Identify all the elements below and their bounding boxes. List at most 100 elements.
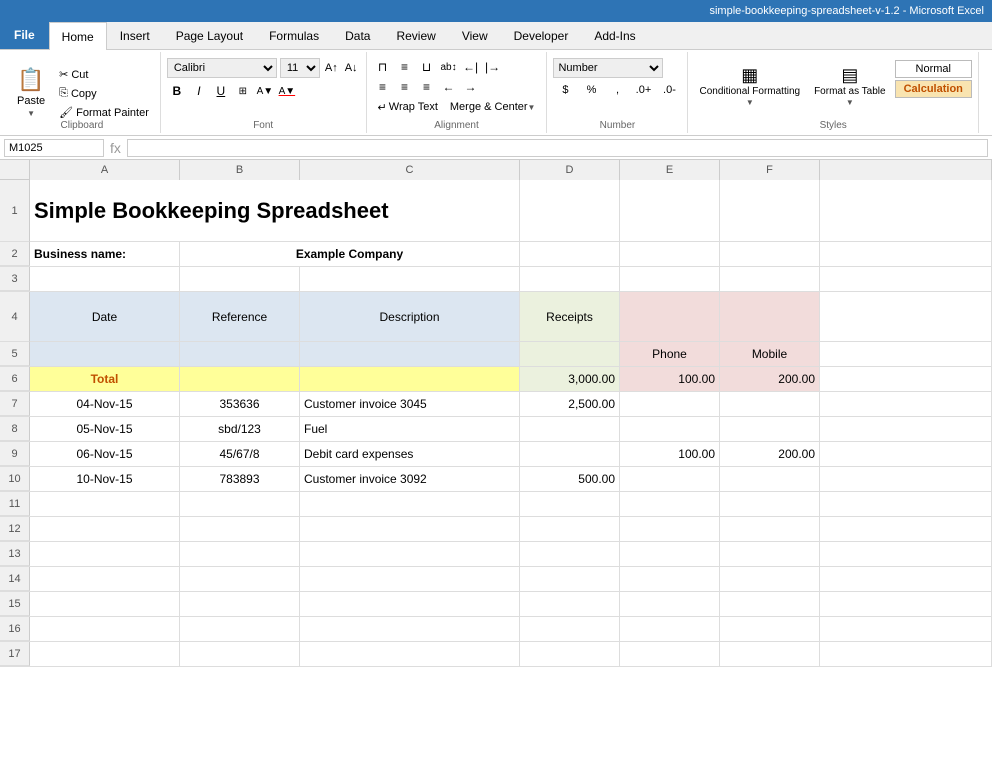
cell-12c[interactable] — [300, 517, 520, 541]
cell-3e[interactable] — [620, 267, 720, 291]
cell-1d[interactable] — [520, 180, 620, 241]
cell-13f[interactable] — [720, 542, 820, 566]
business-name-value[interactable]: Example Company — [180, 242, 520, 266]
formula-input[interactable] — [127, 139, 988, 157]
indent-button[interactable]: → — [461, 78, 481, 96]
cell-11d[interactable] — [520, 492, 620, 516]
cell-6c[interactable] — [300, 367, 520, 391]
tab-add-ins[interactable]: Add-Ins — [581, 21, 648, 49]
cell-9f[interactable]: 200.00 — [720, 442, 820, 466]
cell-14e[interactable] — [620, 567, 720, 591]
border-button[interactable]: ⊞ — [233, 81, 253, 101]
bold-button[interactable]: B — [167, 81, 187, 101]
cell-10c[interactable]: Customer invoice 3092 — [300, 467, 520, 491]
cell-2d[interactable] — [520, 242, 620, 266]
text-direction-button[interactable]: ab↕ — [439, 58, 459, 76]
cell-17e[interactable] — [620, 642, 720, 666]
total-mobile[interactable]: 200.00 — [720, 367, 820, 391]
cell-13d[interactable] — [520, 542, 620, 566]
cell-10e[interactable] — [620, 467, 720, 491]
header-receipts[interactable]: Receipts — [520, 292, 620, 341]
cell-3b[interactable] — [180, 267, 300, 291]
percent-button[interactable]: % — [579, 81, 603, 99]
cell-7b[interactable]: 353636 — [180, 392, 300, 416]
cell-16c[interactable] — [300, 617, 520, 641]
cell-11f[interactable] — [720, 492, 820, 516]
tab-view[interactable]: View — [449, 21, 501, 49]
comma-button[interactable]: , — [605, 81, 629, 99]
cell-11b[interactable] — [180, 492, 300, 516]
tab-file[interactable]: File — [0, 21, 49, 49]
cell-5a[interactable] — [30, 342, 180, 366]
indent-increase-button[interactable]: |→ — [483, 58, 503, 76]
cell-9e[interactable]: 100.00 — [620, 442, 720, 466]
tab-developer[interactable]: Developer — [501, 21, 582, 49]
cell-14f[interactable] — [720, 567, 820, 591]
cell-15f[interactable] — [720, 592, 820, 616]
col-header-f[interactable]: F — [720, 160, 820, 180]
italic-button[interactable]: I — [189, 81, 209, 101]
cell-4f-blank[interactable] — [720, 292, 820, 341]
cell-16f[interactable] — [720, 617, 820, 641]
outdent-button[interactable]: ← — [439, 78, 459, 96]
cell-12b[interactable] — [180, 517, 300, 541]
cell-13b[interactable] — [180, 542, 300, 566]
cell-12a[interactable] — [30, 517, 180, 541]
header-description[interactable]: Description — [300, 292, 520, 341]
cell-17a[interactable] — [30, 642, 180, 666]
cell-11a[interactable] — [30, 492, 180, 516]
tab-data[interactable]: Data — [332, 21, 383, 49]
align-left-button[interactable]: ≡ — [373, 78, 393, 96]
cell-14b[interactable] — [180, 567, 300, 591]
align-bottom-button[interactable]: ⊔ — [417, 58, 437, 76]
cell-9a[interactable]: 06-Nov-15 — [30, 442, 180, 466]
cell-1e[interactable] — [620, 180, 720, 241]
cell-8e[interactable] — [620, 417, 720, 441]
number-format-select[interactable]: Number General Currency — [553, 58, 663, 78]
cell-17d[interactable] — [520, 642, 620, 666]
cell-13a[interactable] — [30, 542, 180, 566]
cell-12e[interactable] — [620, 517, 720, 541]
total-receipts[interactable]: 3,000.00 — [520, 367, 620, 391]
cell-5d[interactable] — [520, 342, 620, 366]
tab-home[interactable]: Home — [49, 22, 107, 50]
normal-style-button[interactable]: Normal — [895, 60, 972, 78]
cell-14d[interactable] — [520, 567, 620, 591]
font-name-select[interactable]: Calibri — [167, 58, 277, 78]
increase-font-icon[interactable]: A↑ — [323, 62, 340, 74]
cell-17b[interactable] — [180, 642, 300, 666]
cell-3c[interactable] — [300, 267, 520, 291]
align-middle-button[interactable]: ≡ — [395, 58, 415, 76]
header-date[interactable]: Date — [30, 292, 180, 341]
cell-7c[interactable]: Customer invoice 3045 — [300, 392, 520, 416]
font-size-select[interactable]: 11 12 — [280, 58, 320, 78]
cell-17c[interactable] — [300, 642, 520, 666]
cell-8d[interactable] — [520, 417, 620, 441]
cell-2e[interactable] — [620, 242, 720, 266]
tab-review[interactable]: Review — [383, 21, 448, 49]
header-phone[interactable]: Phone — [620, 342, 720, 366]
cell-9d[interactable] — [520, 442, 620, 466]
cell-4e-blank[interactable] — [620, 292, 720, 341]
col-header-e[interactable]: E — [620, 160, 720, 180]
cell-9b[interactable]: 45/67/8 — [180, 442, 300, 466]
conditional-formatting-button[interactable]: ▦ Conditional Formatting ▼ — [694, 56, 805, 116]
cell-12d[interactable] — [520, 517, 620, 541]
cell-7d[interactable]: 2,500.00 — [520, 392, 620, 416]
cell-5c[interactable] — [300, 342, 520, 366]
cell-2f[interactable] — [720, 242, 820, 266]
underline-button[interactable]: U — [211, 81, 231, 101]
cell-16e[interactable] — [620, 617, 720, 641]
cell-5b[interactable] — [180, 342, 300, 366]
cell-16a[interactable] — [30, 617, 180, 641]
wrap-text-button[interactable]: ↵ Wrap Text — [373, 99, 443, 116]
align-top-button[interactable]: ⊓ — [373, 58, 393, 76]
copy-button[interactable]: ⎘ Copy — [54, 85, 154, 103]
decrease-decimal-button[interactable]: .0- — [657, 81, 681, 99]
cell-16d[interactable] — [520, 617, 620, 641]
header-mobile[interactable]: Mobile — [720, 342, 820, 366]
cell-15e[interactable] — [620, 592, 720, 616]
cell-9c[interactable]: Debit card expenses — [300, 442, 520, 466]
cell-13c[interactable] — [300, 542, 520, 566]
cell-10f[interactable] — [720, 467, 820, 491]
